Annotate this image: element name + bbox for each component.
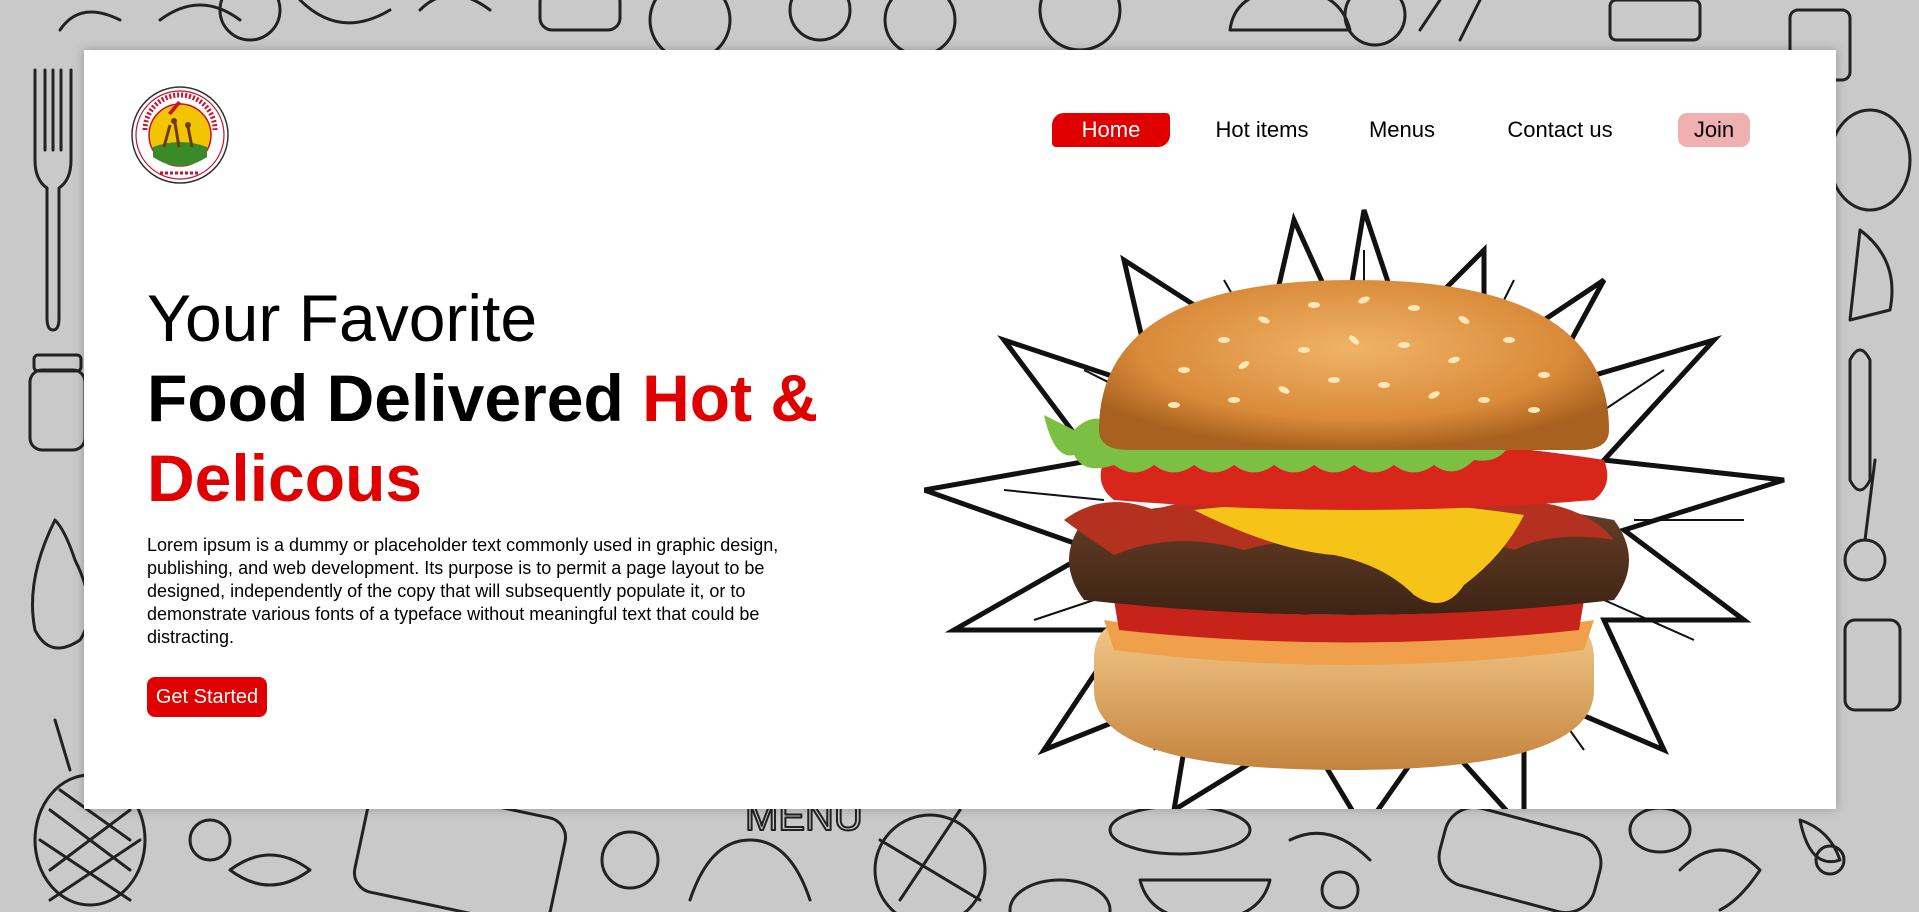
nav-home[interactable]: Home — [1052, 113, 1170, 147]
hero-title-line2: Food Delivered Hot & Delicous — [147, 358, 907, 518]
get-started-button[interactable]: Get Started — [147, 677, 267, 717]
hero-card: Home Hot items Menus Contact us Join You… — [84, 50, 1836, 809]
hero-title-dark: Food Delivered — [147, 361, 624, 435]
nav-menus[interactable]: Menus — [1357, 113, 1447, 147]
hero-description: Lorem ipsum is a dummy or placeholder te… — [147, 535, 779, 647]
burger-with-burst-icon — [924, 209, 1785, 809]
hero-title: Your Favorite Food Delivered Hot & Delic… — [147, 278, 907, 518]
nav-contact-us[interactable]: Contact us — [1485, 113, 1635, 147]
nav-join-button[interactable]: Join — [1678, 113, 1750, 147]
university-logo[interactable] — [130, 85, 230, 185]
hero-title-line1: Your Favorite — [147, 281, 538, 355]
nav-hot-items[interactable]: Hot items — [1202, 113, 1322, 147]
